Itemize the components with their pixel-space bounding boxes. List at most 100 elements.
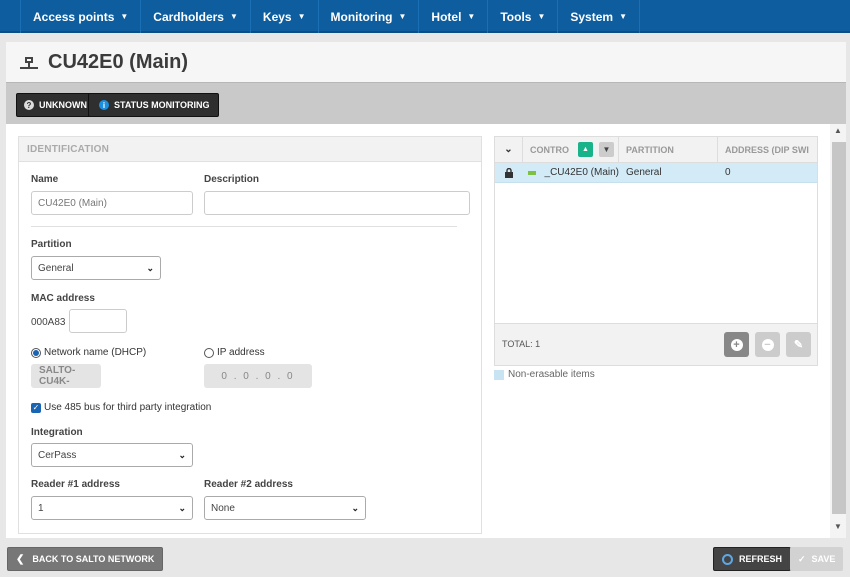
table-header: ⌄ CONTRO ▲ ▼ PARTITION ADDRESS (DIP SWI [495, 136, 817, 163]
identification-header: IDENTIFICATION [19, 137, 481, 162]
unknown-status-label: UNKNOWN [39, 100, 87, 110]
partition-value: General [38, 262, 74, 274]
refresh-icon [722, 553, 733, 565]
controller-name: _CU42E0 (Main) [544, 167, 619, 178]
menu-hotel[interactable]: Hotel ▼ [419, 0, 489, 33]
chevron-down-icon: ▼ [537, 12, 546, 21]
menu-cardholders[interactable]: Cardholders ▼ [141, 0, 251, 33]
menu-keys[interactable]: Keys ▼ [251, 0, 319, 33]
menu-label: Monitoring [330, 9, 393, 24]
mac-address-field[interactable] [69, 309, 127, 333]
dhcp-label: Network name (DHCP) [44, 347, 147, 358]
checkmark-icon: ✓ [798, 553, 806, 564]
divider [31, 226, 457, 227]
save-label: SAVE [811, 554, 836, 564]
table-total: TOTAL: 1 [502, 339, 541, 349]
remove-button[interactable]: − [755, 332, 780, 357]
ip-address-field: 0 . 0 . 0 . 0 [204, 364, 312, 388]
table-row[interactable]: _CU42E0 (Main) General 0 [495, 163, 817, 183]
use-485-bus-checkbox[interactable]: ✓ Use 485 bus for third party integratio… [31, 402, 211, 413]
menu-access-points[interactable]: Access points ▼ [20, 0, 142, 33]
page-title: CU42E0 (Main) [48, 51, 189, 73]
partition-select[interactable]: General ⌄ [31, 256, 161, 280]
chevron-down-icon: ▼ [619, 12, 627, 21]
description-field[interactable] [204, 191, 470, 215]
add-button[interactable]: + [724, 332, 749, 357]
chevron-down-icon: ▼ [120, 12, 129, 21]
back-label: BACK TO SALTO NETWORK [32, 554, 155, 564]
legend: Non-erasable items [494, 369, 595, 380]
status-bar: ? UNKNOWN i STATUS MONITORING [6, 82, 846, 124]
menu-tools[interactable]: Tools ▼ [488, 0, 559, 33]
ip-address-radio[interactable]: IP address [204, 347, 265, 358]
network-name-value: SALTO-CU4K- [31, 364, 101, 388]
reader2-label: Reader #2 address [204, 479, 293, 490]
vertical-scrollbar[interactable]: ▲ ▼ [830, 124, 846, 538]
radio-selected-icon [31, 347, 41, 358]
dhcp-radio[interactable]: Network name (DHCP) [31, 347, 146, 358]
reader1-value: 1 [38, 502, 44, 514]
top-navigation: Access points ▼ Cardholders ▼ Keys ▼ Monito… [0, 0, 850, 33]
back-to-salto-network-button[interactable]: ❮ BACK TO SALTO NETWORK [7, 547, 164, 571]
control-unit-icon [20, 57, 38, 69]
chevron-down-icon: ⌄ [146, 262, 154, 273]
filter-icon[interactable]: ▼ [599, 142, 614, 157]
menu-label: Hotel [431, 9, 462, 24]
edit-button[interactable]: ✎ [786, 332, 811, 357]
lock-icon [495, 163, 523, 183]
legend-swatch [494, 369, 504, 380]
chevron-down-icon: ⌄ [178, 502, 186, 513]
pencil-icon: ✎ [793, 339, 804, 351]
radio-unselected-icon [204, 347, 214, 358]
chevron-left-icon: ❮ [16, 553, 25, 565]
status-monitoring-button[interactable]: i STATUS MONITORING [88, 93, 219, 117]
description-label: Description [204, 174, 260, 185]
column-address[interactable]: ADDRESS (DIP SWI [718, 137, 817, 163]
refresh-label[interactable]: REFRESH [739, 554, 782, 564]
reader2-select[interactable]: None ⌄ [204, 496, 366, 520]
menu-monitoring[interactable]: Monitoring ▼ [319, 0, 420, 33]
menu-label: Tools [500, 9, 532, 24]
integration-select[interactable]: CerPass ⌄ [31, 443, 193, 467]
scroll-up-icon[interactable]: ▲ [834, 126, 842, 135]
menu-system[interactable]: System ▼ [558, 0, 640, 33]
reader1-select[interactable]: 1 ⌄ [31, 496, 193, 520]
controller-icon [528, 170, 536, 175]
main-menu: Access points ▼ Cardholders ▼ Keys ▼ Monito… [20, 0, 640, 33]
chevron-down-icon: ⌄ [351, 502, 359, 513]
menu-label: Keys [262, 9, 292, 24]
plus-icon: + [730, 338, 743, 351]
name-label: Name [31, 174, 59, 185]
title-bar: CU42E0 (Main) [6, 42, 846, 82]
menu-label: Access points [33, 9, 115, 24]
expand-all-icon[interactable]: ⌄ [495, 136, 523, 163]
unknown-status-button[interactable]: ? UNKNOWN [16, 93, 95, 117]
chevron-down-icon: ▼ [467, 12, 476, 21]
checkmark-icon: ✓ [31, 402, 41, 413]
sort-ascending-icon[interactable]: ▲ [578, 142, 593, 157]
refresh-button[interactable]: REFRESH [713, 547, 792, 571]
save-button[interactable]: ✓ SAVE [790, 547, 844, 571]
column-controller[interactable]: CONTRO ▲ ▼ [523, 136, 619, 163]
scrollbar-thumb[interactable] [832, 142, 846, 514]
name-field[interactable] [31, 191, 193, 215]
controllers-table: ⌄ CONTRO ▲ ▼ PARTITION ADDRESS (DIP SWI … [494, 136, 818, 366]
reader2-value: None [211, 502, 235, 514]
reader1-label: Reader #1 address [31, 479, 120, 490]
address-cell: 0 [725, 167, 731, 178]
table-footer: TOTAL: 1 + − ✎ [495, 323, 817, 365]
partition-cell: General [626, 167, 662, 178]
mac-prefix: 000A83 [31, 317, 66, 328]
controller-cell: _CU42E0 (Main) [523, 163, 619, 183]
menu-label: Cardholders [153, 9, 224, 24]
chevron-down-icon: ▼ [297, 12, 306, 21]
scroll-down-icon[interactable]: ▼ [834, 522, 842, 531]
integration-value: CerPass [38, 449, 77, 461]
column-partition[interactable]: PARTITION [619, 136, 718, 163]
main-panel: IDENTIFICATION Name Description Partitio… [6, 124, 846, 538]
column-controller-label: CONTRO [530, 144, 569, 155]
ip-address-label: IP address [217, 347, 265, 358]
integration-label: Integration [31, 427, 83, 438]
use-485-bus-label: Use 485 bus for third party integration [44, 402, 212, 413]
info-icon: i [99, 100, 109, 110]
